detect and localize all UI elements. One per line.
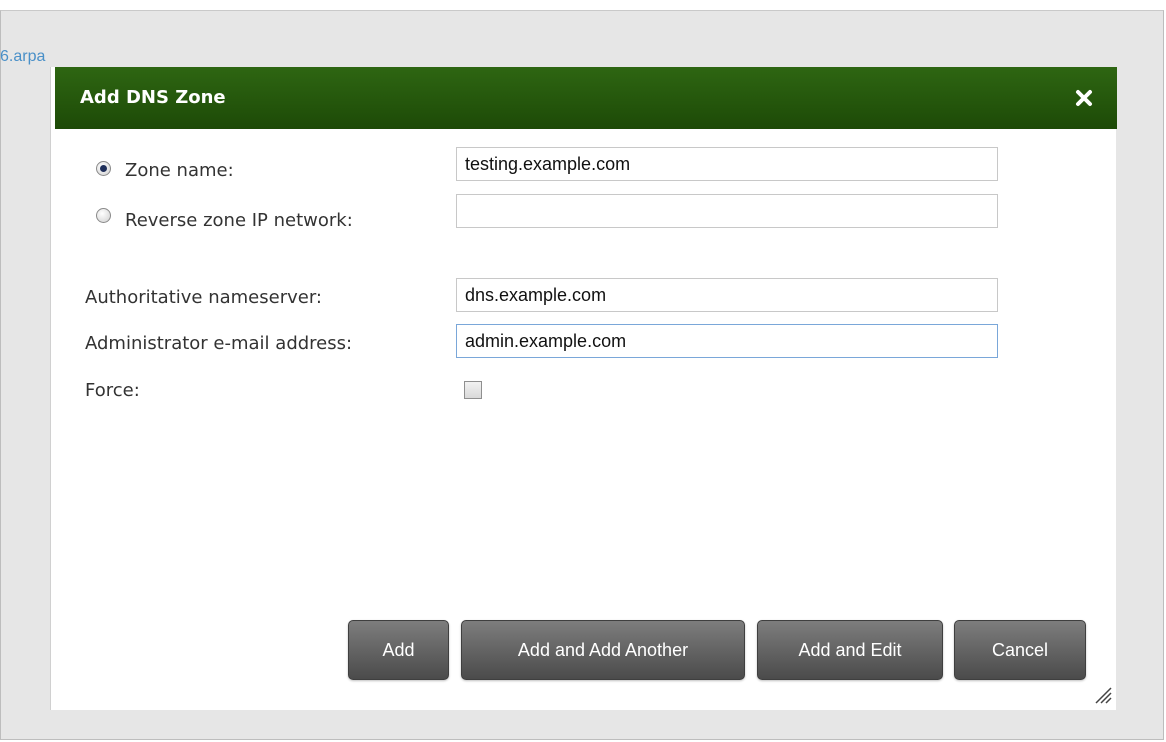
dialog-titlebar: Add DNS Zone: [55, 67, 1117, 129]
add-and-add-another-button[interactable]: Add and Add Another: [461, 620, 745, 680]
add-dns-zone-dialog: Add DNS Zone Zone name: Reverse zone IP …: [50, 67, 1117, 710]
reverse-zone-label: Reverse zone IP network:: [125, 210, 353, 231]
dialog-title: Add DNS Zone: [80, 87, 226, 108]
background-zone-link[interactable]: 6.arpa: [0, 47, 45, 67]
reverse-zone-input[interactable]: [456, 194, 998, 228]
cancel-button[interactable]: Cancel: [954, 620, 1086, 680]
add-button[interactable]: Add: [348, 620, 449, 680]
admin-email-label: Administrator e-mail address:: [85, 333, 353, 354]
force-checkbox[interactable]: [464, 381, 482, 399]
force-label: Force:: [85, 380, 140, 401]
admin-email-input[interactable]: [456, 324, 998, 358]
zone-name-input[interactable]: [456, 147, 998, 181]
add-and-edit-button[interactable]: Add and Edit: [757, 620, 943, 680]
close-icon[interactable]: [1073, 87, 1095, 109]
nameserver-input[interactable]: [456, 278, 998, 312]
zone-name-radio[interactable]: [96, 161, 111, 176]
reverse-zone-radio[interactable]: [96, 208, 111, 223]
nameserver-label: Authoritative nameserver:: [85, 287, 322, 308]
resize-grip-icon[interactable]: [1092, 684, 1112, 704]
zone-name-label: Zone name:: [125, 160, 234, 181]
